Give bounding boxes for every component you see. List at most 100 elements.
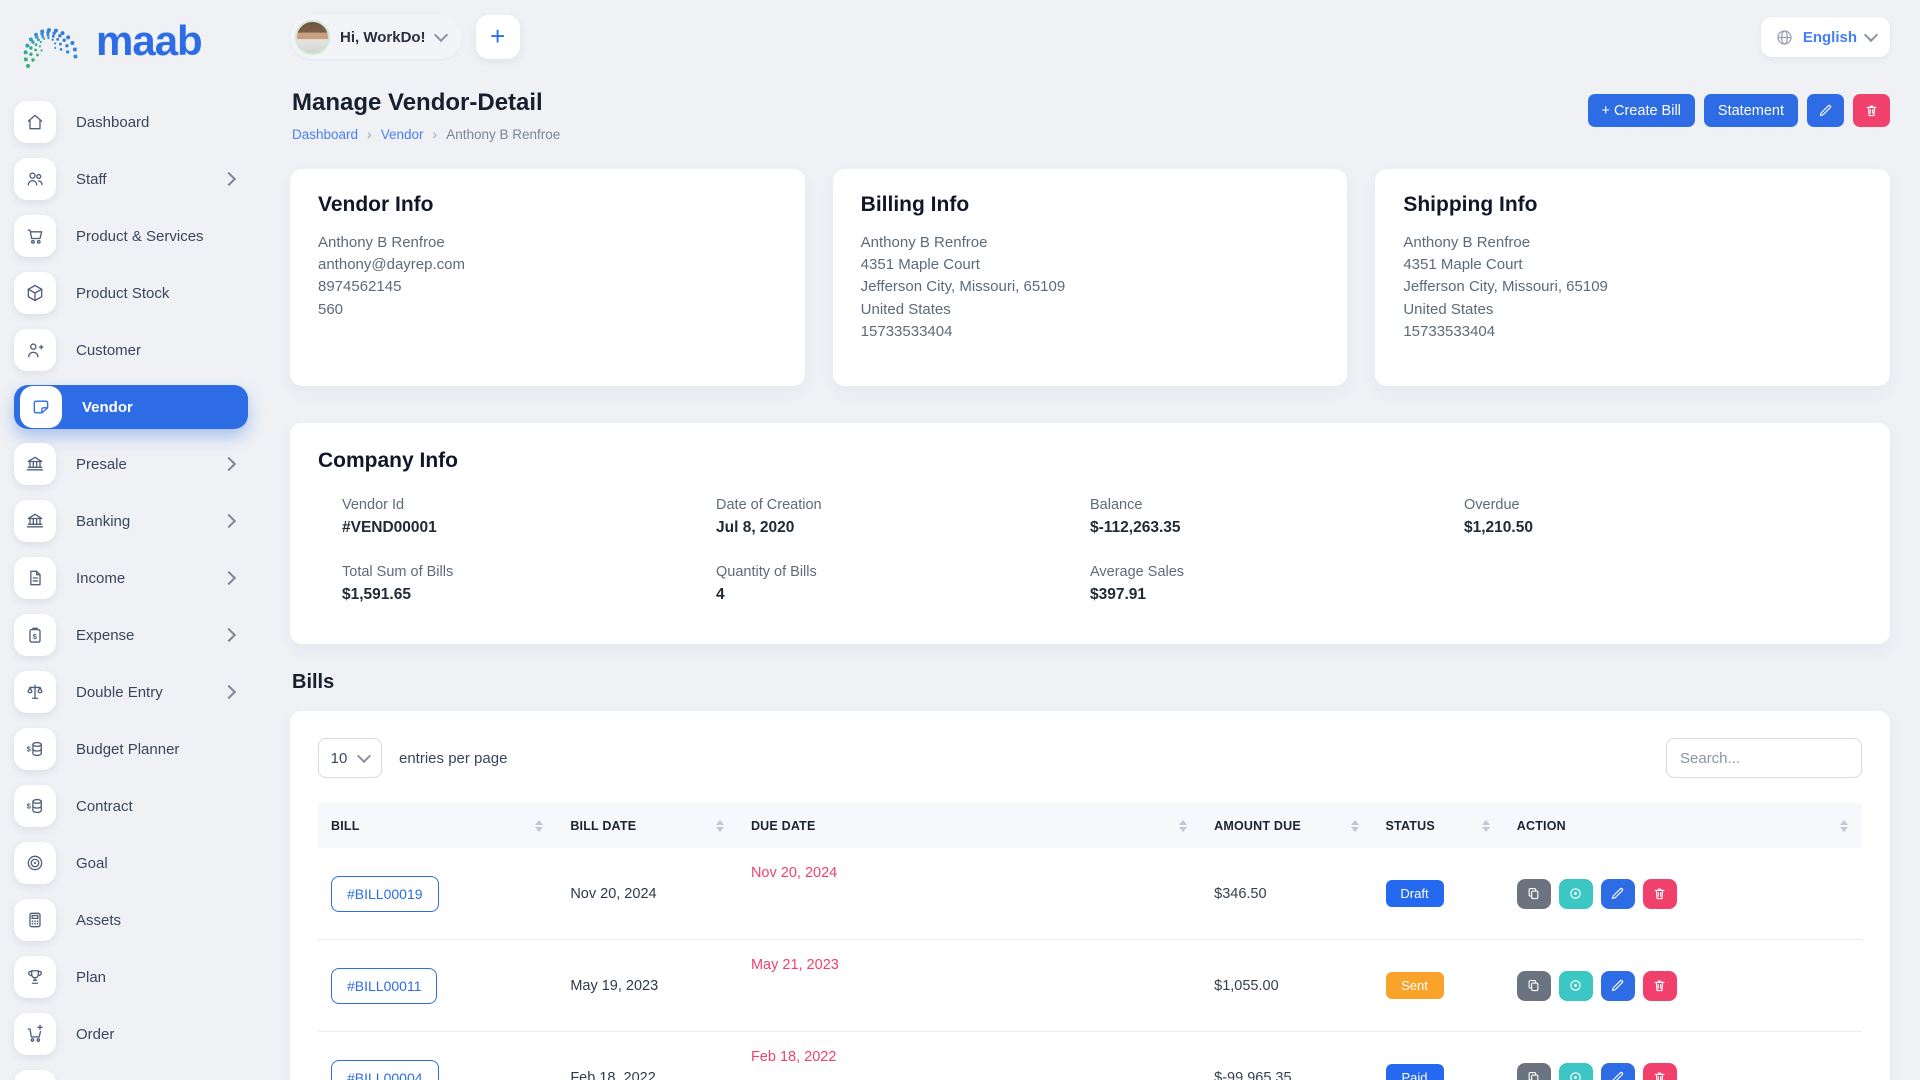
bill-cell: #BILL00019 [318, 848, 557, 940]
sidebar-item-notification-template[interactable]: Notification Template [14, 1069, 262, 1080]
sidebar-item-contract[interactable]: $ Contract [14, 784, 262, 828]
brand-logo[interactable]: maab [0, 0, 262, 80]
bill-number-link[interactable]: #BILL00004 [331, 1060, 439, 1080]
field-vendor-id: Vendor Id #VEND00001 [342, 497, 716, 537]
billing-city: Jefferson City, Missouri, 65109 [861, 276, 1320, 298]
bill-number-link[interactable]: #BILL00011 [331, 968, 437, 1004]
bill-date-cell: Feb 18, 2022 [557, 1032, 738, 1080]
delete-bill-button[interactable] [1643, 1063, 1677, 1080]
column-header-bill-date[interactable]: BILL DATE [557, 803, 738, 848]
chevron-right-icon [222, 514, 236, 528]
shipping-country: United States [1403, 299, 1862, 321]
sidebar-nav: Dashboard Staff Product & Services [0, 80, 262, 1080]
sidebar-item-banking[interactable]: Banking [14, 499, 262, 543]
duplicate-bill-button[interactable] [1517, 971, 1551, 1001]
action-cell [1504, 940, 1862, 1032]
field-quantity-of-bills: Quantity of Bills 4 [716, 564, 1090, 604]
sort-icon [1179, 820, 1187, 832]
delete-bill-button[interactable] [1643, 971, 1677, 1001]
bill-cell: #BILL00011 [318, 940, 557, 1032]
sidebar-item-label: Presale [76, 456, 204, 473]
view-bill-button[interactable] [1559, 971, 1593, 1001]
table-header-row: BILL BILL DATE DUE DATE AMOUNT DUE STATU… [318, 803, 1862, 848]
eye-icon [1568, 978, 1583, 993]
sidebar-item-expense[interactable]: $ Expense [14, 613, 262, 657]
chevron-right-icon [222, 685, 236, 699]
delete-vendor-button[interactable] [1853, 94, 1890, 127]
clipboard-dollar-icon: $ [14, 614, 56, 656]
sidebar-item-label: Expense [76, 627, 204, 644]
sidebar-item-label: Order [76, 1026, 262, 1043]
cube-icon [14, 272, 56, 314]
info-cards-row: Vendor Info Anthony B Renfroe anthony@da… [290, 169, 1890, 386]
chevron-right-icon [222, 571, 236, 585]
breadcrumb-separator: › [433, 126, 438, 142]
chevron-down-icon [433, 28, 447, 42]
main-content: Hi, WorkDo! + English Manage Vendor-Deta… [262, 0, 1920, 1080]
create-bill-button[interactable]: + Create Bill [1588, 94, 1695, 127]
sidebar-item-dashboard[interactable]: Dashboard [14, 100, 262, 144]
sidebar: maab Dashboard Staff Product & [0, 0, 262, 1080]
sidebar-item-label: Staff [76, 171, 204, 188]
sidebar-item-presale[interactable]: Presale [14, 442, 262, 486]
sort-icon [716, 820, 724, 832]
sidebar-item-double-entry[interactable]: Double Entry [14, 670, 262, 714]
sidebar-item-vendor[interactable]: Vendor [14, 385, 248, 429]
users-icon [14, 158, 56, 200]
edit-bill-button[interactable] [1601, 971, 1635, 1001]
pencil-icon [1818, 103, 1833, 118]
column-header-status[interactable]: STATUS [1373, 803, 1504, 848]
svg-text:$: $ [33, 632, 38, 641]
edit-vendor-button[interactable] [1807, 94, 1844, 127]
chevron-down-icon [357, 749, 371, 763]
edit-bill-button[interactable] [1601, 1063, 1635, 1080]
sidebar-item-staff[interactable]: Staff [14, 157, 262, 201]
field-total-sum-of-bills: Total Sum of Bills $1,591.65 [342, 564, 716, 604]
duplicate-bill-button[interactable] [1517, 1063, 1551, 1080]
sidebar-item-label: Income [76, 570, 204, 587]
breadcrumb-dashboard[interactable]: Dashboard [292, 127, 358, 142]
trash-icon [1652, 886, 1667, 901]
sidebar-item-label: Vendor [82, 399, 248, 416]
column-header-due-date[interactable]: DUE DATE [738, 803, 1201, 848]
column-header-action[interactable]: ACTION [1504, 803, 1862, 848]
coins-icon: $ [14, 785, 56, 827]
edit-bill-button[interactable] [1601, 879, 1635, 909]
add-workspace-button[interactable]: + [476, 15, 520, 59]
language-label: English [1803, 29, 1857, 46]
duplicate-bill-button[interactable] [1517, 879, 1551, 909]
language-selector[interactable]: English [1761, 17, 1890, 57]
statement-button[interactable]: Statement [1704, 94, 1798, 127]
table-row: #BILL00004 Feb 18, 2022 Feb 18, 2022 $-9… [318, 1032, 1862, 1080]
billing-name: Anthony B Renfroe [861, 232, 1320, 254]
chevron-right-icon [222, 628, 236, 642]
page-size-select[interactable]: 10 [318, 738, 382, 778]
sidebar-item-assets[interactable]: Assets [14, 898, 262, 942]
sidebar-item-goal[interactable]: Goal [14, 841, 262, 885]
vendor-phone: 8974562145 [318, 276, 777, 298]
shipping-city: Jefferson City, Missouri, 65109 [1403, 276, 1862, 298]
bill-number-link[interactable]: #BILL00019 [331, 876, 439, 912]
sidebar-item-product-services[interactable]: Product & Services [14, 214, 262, 258]
sidebar-item-plan[interactable]: Plan [14, 955, 262, 999]
search-input[interactable] [1666, 738, 1862, 778]
user-avatar [295, 20, 330, 55]
sidebar-item-order[interactable]: Order [14, 1012, 262, 1056]
breadcrumb-vendor[interactable]: Vendor [381, 127, 424, 142]
view-bill-button[interactable] [1559, 879, 1593, 909]
brand-name: maab [96, 20, 202, 62]
sidebar-item-label: Banking [76, 513, 204, 530]
user-menu[interactable]: Hi, WorkDo! [290, 15, 462, 59]
billing-country: United States [861, 299, 1320, 321]
view-bill-button[interactable] [1559, 1063, 1593, 1080]
field-average-sales: Average Sales $397.91 [1090, 564, 1464, 604]
company-info-grid: Vendor Id #VEND00001 Date of Creation Ju… [318, 497, 1862, 604]
column-header-bill[interactable]: BILL [318, 803, 557, 848]
delete-bill-button[interactable] [1643, 879, 1677, 909]
sidebar-item-budget-planner[interactable]: $ Budget Planner [14, 727, 262, 771]
sidebar-item-customer[interactable]: Customer [14, 328, 262, 372]
sidebar-item-income[interactable]: Income [14, 556, 262, 600]
column-header-amount-due[interactable]: AMOUNT DUE [1201, 803, 1372, 848]
sidebar-item-product-stock[interactable]: Product Stock [14, 271, 262, 315]
field-overdue: Overdue $1,210.50 [1464, 497, 1838, 537]
